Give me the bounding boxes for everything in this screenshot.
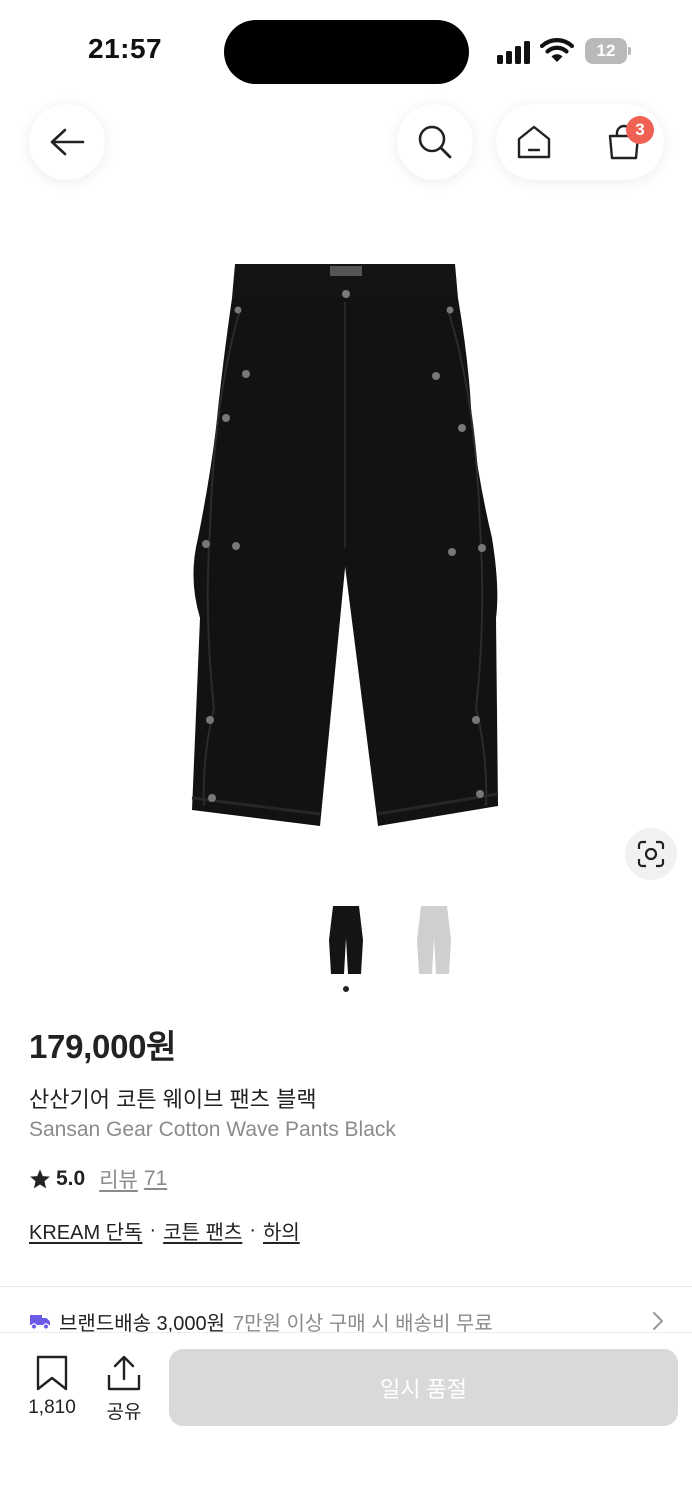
battery-level: 12 [596,41,616,60]
tag-bottoms[interactable]: 하의 [263,1216,300,1245]
review-count[interactable]: 71 [144,1167,167,1191]
gallery-indicator-dot [343,986,349,992]
wifi-icon [539,36,575,64]
back-button[interactable] [29,104,105,180]
search-icon [418,125,452,159]
product-image[interactable] [180,258,510,838]
status-time: 21:57 [88,33,163,64]
share-label: 공유 [106,1402,142,1423]
signal-icon [497,40,531,64]
category-tags: KREAM 단독 · 코튼 팬츠 · 하의 [29,1216,300,1245]
truck-icon [30,1315,50,1330]
wishlist-button[interactable]: 1,810 [24,1355,80,1425]
thumbnail-gray[interactable] [404,900,464,980]
home-button[interactable] [510,118,558,166]
review-link[interactable]: 리뷰 [99,1164,138,1194]
section-divider [0,1286,692,1287]
chevron-right-icon [653,1312,663,1330]
search-button[interactable] [397,104,473,180]
wishlist-count: 1,810 [28,1397,76,1418]
sold-out-button[interactable]: 일시 품절 [169,1349,678,1426]
lens-icon [637,840,665,868]
product-name-ko: 산산기어 코튼 웨이브 팬츠 블랙 [29,1087,317,1112]
rating-score: 5.0 [56,1167,86,1190]
rating-row: 5.0 리뷰 71 [29,1165,167,1193]
tag-cotton-pants[interactable]: 코튼 팬츠 [163,1216,242,1245]
status-bar: 21:57 12 [0,0,692,90]
product-name-en: Sansan Gear Cotton Wave Pants Black [29,1118,396,1141]
battery-icon: 12 [585,38,631,64]
product-price: 179,000원 [29,1028,177,1065]
back-arrow-icon [50,128,85,156]
share-icon [107,1355,141,1391]
image-search-button[interactable] [625,828,677,880]
thumbnail-black[interactable] [316,900,376,980]
tag-separator: · [149,1219,157,1241]
tag-kream-exclusive[interactable]: KREAM 단독 [29,1216,142,1245]
tag-separator: · [249,1219,256,1241]
dynamic-island [224,20,469,84]
bookmark-icon [36,1355,68,1391]
share-button[interactable]: 공유 [96,1355,152,1425]
cart-badge: 3 [626,116,654,144]
star-icon [30,1169,50,1189]
home-icon [517,125,551,159]
